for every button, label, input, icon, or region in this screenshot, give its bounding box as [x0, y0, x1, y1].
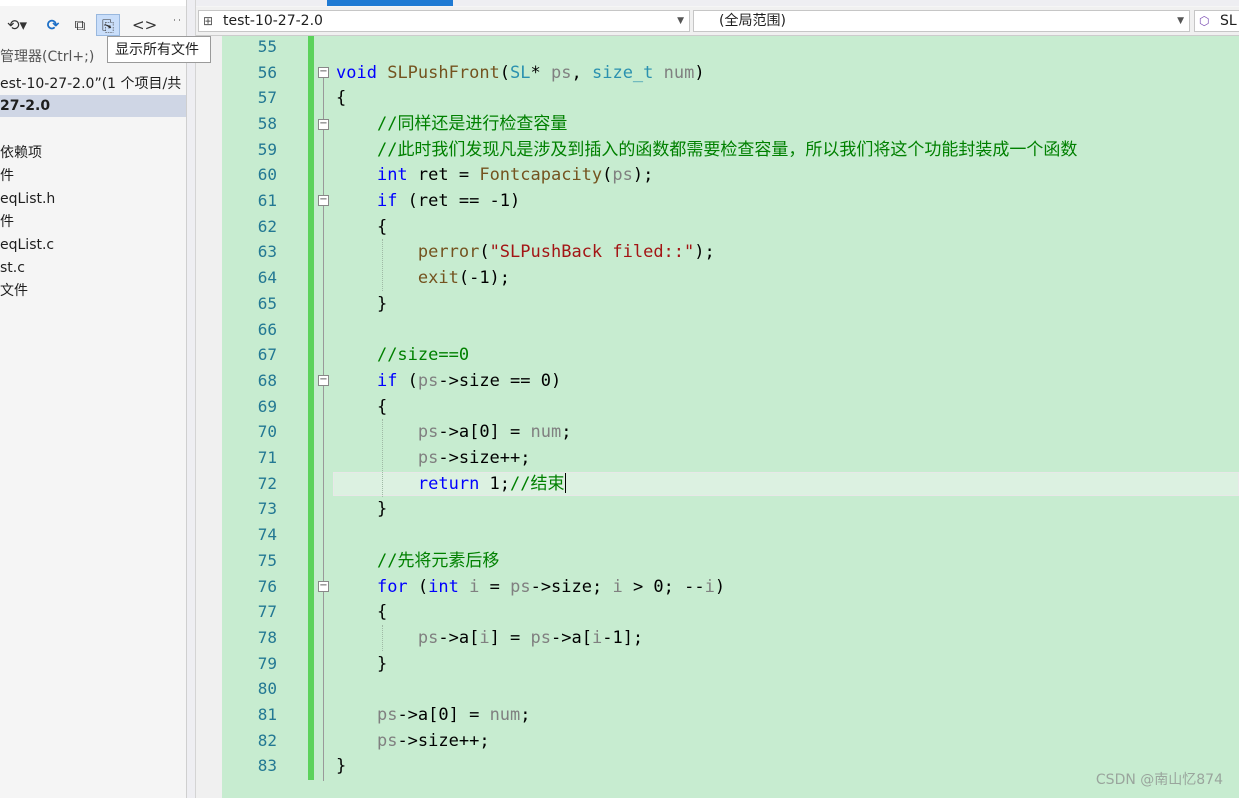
more-icon[interactable]: ˙˙: [170, 14, 184, 36]
line-number: 77: [257, 602, 277, 621]
code-line[interactable]: ps->a[0] = num;: [336, 419, 572, 445]
line-number: 57: [257, 88, 277, 107]
project-node[interactable]: 27-2.0: [0, 95, 50, 117]
project-dropdown-value: test-10-27-2.0: [223, 13, 323, 29]
line-number: 56: [257, 63, 277, 82]
line-number: 82: [257, 731, 277, 750]
code-line[interactable]: ps->a[i] = ps->a[i-1];: [336, 625, 643, 651]
code-line[interactable]: }: [336, 291, 387, 317]
history-icon[interactable]: ⟲▾: [2, 14, 32, 36]
line-number: 63: [257, 242, 277, 261]
collapse-for-icon[interactable]: −: [318, 581, 329, 592]
code-line[interactable]: perror("SLPushBack filed::");: [336, 239, 715, 265]
change-tracking-bar: [308, 36, 314, 780]
line-number: 69: [257, 397, 277, 416]
line-number: 71: [257, 448, 277, 467]
collapse-if-icon[interactable]: −: [318, 375, 329, 386]
line-number: 76: [257, 577, 277, 596]
solution-node[interactable]: est-10-27-2.0”(1 个项目/共: [0, 73, 181, 95]
line-number: 70: [257, 422, 277, 441]
project-icon: ⊞: [203, 14, 214, 28]
refresh-icon[interactable]: ⟳: [42, 14, 64, 36]
line-number: 60: [257, 165, 277, 184]
show-all-files-tooltip: 显示所有文件: [107, 36, 211, 63]
chevron-down-icon: ▼: [677, 16, 684, 26]
collapse-comment-icon[interactable]: −: [318, 119, 329, 130]
tree-item-headers-folder[interactable]: 件: [0, 165, 14, 187]
project-dropdown[interactable]: ⊞ test-10-27-2.0 ▼: [198, 10, 690, 32]
line-number: 55: [257, 37, 277, 56]
line-number: 67: [257, 345, 277, 364]
panel-splitter[interactable]: [187, 0, 196, 798]
code-line[interactable]: int ret = Fontcapacity(ps);: [336, 162, 653, 188]
line-number: 73: [257, 499, 277, 518]
code-line[interactable]: }: [336, 651, 387, 677]
code-line[interactable]: ps->size++;: [336, 728, 490, 754]
explorer-top-strip: [0, 0, 186, 6]
code-line[interactable]: ps->a[0] = num;: [336, 702, 531, 728]
show-all-files-icon[interactable]: ⎘: [96, 14, 120, 36]
solution-explorer: ⟲▾ ⟳ ⧉ ⎘ <> ˙˙ 管理器(Ctrl+;) est-10-27-2.0…: [0, 0, 187, 798]
line-number: 78: [257, 628, 277, 647]
tree-item-resource-folder[interactable]: 文件: [0, 280, 28, 302]
line-number: 61: [257, 191, 277, 210]
collapse-if-icon[interactable]: −: [318, 195, 329, 206]
collapse-all-icon[interactable]: ⧉: [70, 14, 90, 36]
explorer-search-input[interactable]: 管理器(Ctrl+;): [0, 46, 94, 68]
code-line[interactable]: {: [336, 85, 346, 111]
scope-dropdown-value: (全局范围): [719, 13, 786, 29]
tree-item-dependencies[interactable]: 依赖项: [0, 142, 42, 164]
code-line[interactable]: //先将元素后移: [336, 548, 499, 574]
outline-line: [323, 78, 324, 781]
code-line[interactable]: exit(-1);: [336, 265, 510, 291]
code-line[interactable]: if (ret == -1): [336, 188, 520, 214]
code-line[interactable]: }: [336, 753, 346, 779]
collapse-function-icon[interactable]: −: [318, 67, 329, 78]
tree-item-seqlist-c[interactable]: eqList.c: [0, 234, 54, 256]
line-number: 83: [257, 756, 277, 775]
line-number: 66: [257, 320, 277, 339]
code-line[interactable]: if (ps->size == 0): [336, 368, 561, 394]
code-line[interactable]: //同样还是进行检查容量: [336, 111, 567, 137]
watermark: CSDN @南山忆874: [1095, 772, 1223, 788]
view-code-icon[interactable]: <>: [132, 14, 157, 36]
tree-item-seqlist-h[interactable]: eqList.h: [0, 188, 55, 210]
code-line[interactable]: {: [336, 599, 387, 625]
code-line[interactable]: //size==0: [336, 342, 469, 368]
line-number: 65: [257, 294, 277, 313]
code-editor[interactable]: 55 56 57 58 59 60 61 62 63 64 65 66 67 6…: [196, 36, 1239, 798]
tree-item-test-c[interactable]: st.c: [0, 257, 25, 279]
line-number: 80: [257, 679, 277, 698]
code-line[interactable]: void SLPushFront(SL* ps, size_t num): [336, 60, 705, 86]
code-line[interactable]: return 1;//结束: [336, 471, 566, 497]
navigation-bar: ⊞ test-10-27-2.0 ▼ (全局范围) ▼ ⬡ SL: [196, 7, 1239, 36]
scope-dropdown[interactable]: (全局范围) ▼: [693, 10, 1190, 32]
line-number: 79: [257, 654, 277, 673]
line-number: 64: [257, 268, 277, 287]
line-number: 81: [257, 705, 277, 724]
line-number: 75: [257, 551, 277, 570]
line-number: 59: [257, 140, 277, 159]
active-document-tab[interactable]: [327, 0, 453, 6]
tree-item-source-folder[interactable]: 件: [0, 211, 14, 233]
member-icon: ⬡: [1199, 14, 1210, 28]
line-number: 62: [257, 217, 277, 236]
code-line[interactable]: }: [336, 496, 387, 522]
code-line[interactable]: for (int i = ps->size; i > 0; --i): [336, 574, 725, 600]
line-number: 58: [257, 114, 277, 133]
code-line[interactable]: ps->size++;: [336, 445, 531, 471]
line-number: 72: [257, 474, 277, 493]
code-line[interactable]: {: [336, 394, 387, 420]
line-number: 68: [257, 371, 277, 390]
member-dropdown[interactable]: ⬡ SL: [1194, 10, 1239, 32]
editor-margin: [196, 36, 222, 798]
chevron-down-icon: ▼: [1177, 16, 1184, 26]
code-line[interactable]: //此时我们发现凡是涉及到插入的函数都需要检查容量，所以我们将这个功能封装成一个…: [336, 137, 1077, 163]
text-cursor: [564, 473, 566, 493]
member-dropdown-value: SL: [1220, 13, 1237, 29]
code-line[interactable]: {: [336, 214, 387, 240]
line-number: 74: [257, 525, 277, 544]
